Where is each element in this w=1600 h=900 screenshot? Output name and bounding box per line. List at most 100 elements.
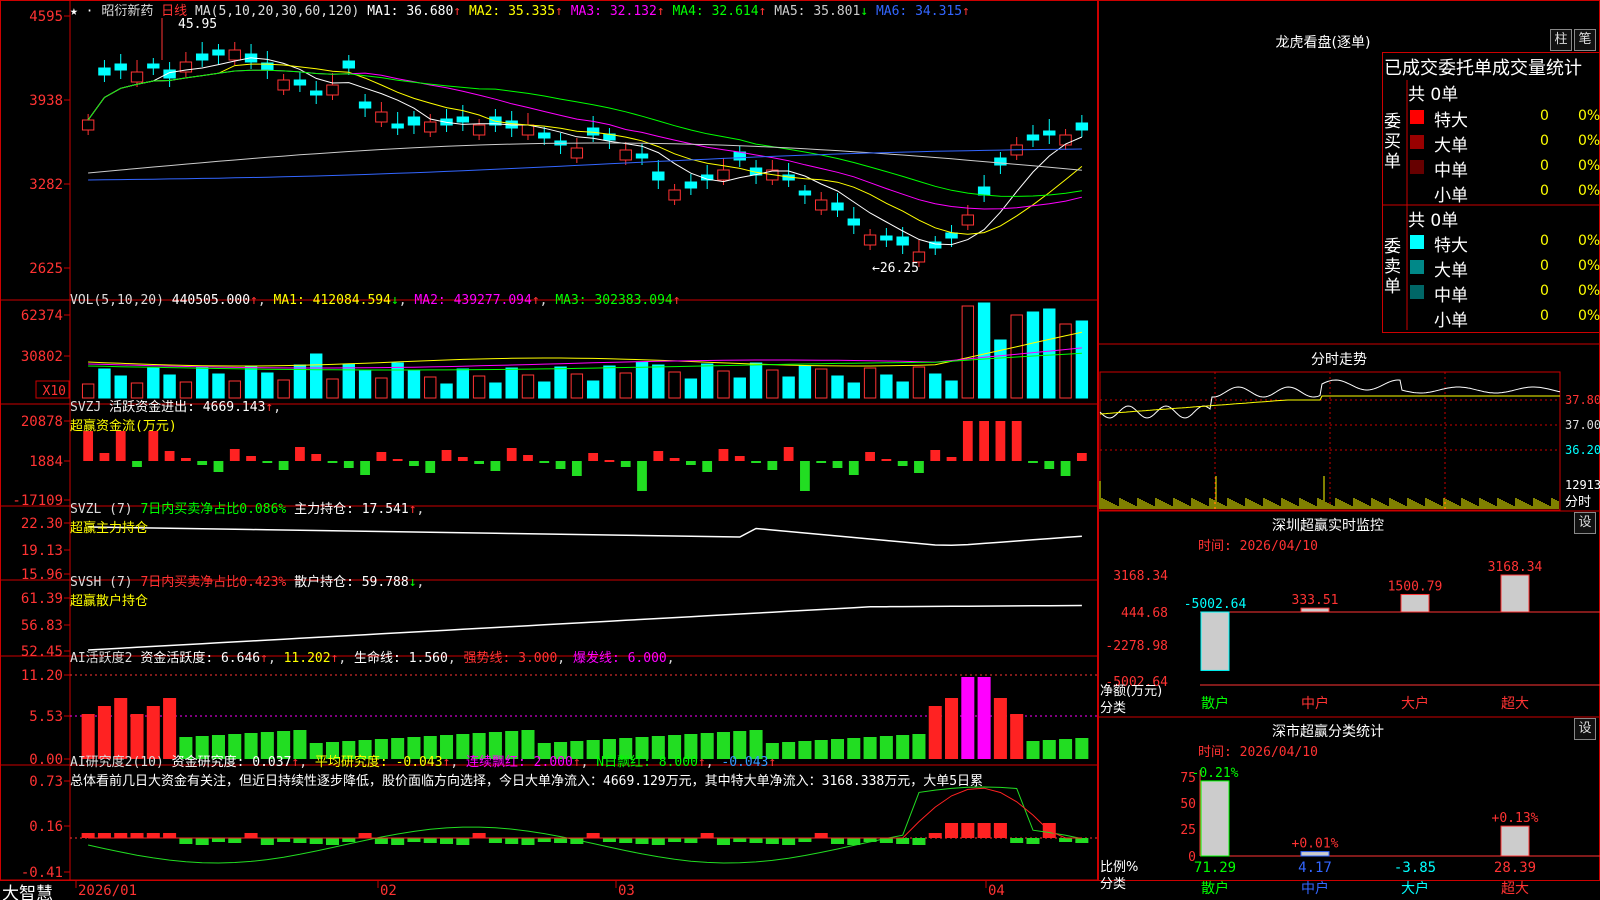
ai-active-header: AI活跃度2 资金活跃度: 6.646↑, 11.202↑, 生命线: 1.56… [70,651,675,666]
buy-row-name-3: 小单 [1434,186,1468,206]
class-bar-3 [1500,825,1530,857]
ai-research-bar [554,838,568,843]
vol-bar [538,381,551,399]
svzj-ylabel-1: 1884 [29,454,63,470]
candle [342,60,355,69]
monitor-xcat: 分类 [1100,701,1127,716]
vol-bar [391,362,404,399]
svzj-bar [506,448,517,461]
right-frame [1098,0,1600,881]
svzj-bar [1044,461,1055,469]
vol-bar [163,374,176,399]
vol-bar [1026,311,1040,399]
vol-bar [440,383,453,399]
column-mode-button[interactable]: 柱 [1550,29,1572,51]
ai-research-bar [488,838,502,843]
intraday-price-2: 36.20 [1565,443,1600,457]
sell-row-count-2: 0 [1540,283,1549,299]
class-settings-button[interactable]: 设 [1574,718,1596,740]
svzj-bar [832,461,843,468]
svzj-bar [751,461,761,463]
svzl-name2: 主力持仓: [294,502,354,517]
pen-mode-button[interactable]: 笔 [1574,29,1596,51]
sell-row-swatch-1 [1410,260,1424,274]
ai-research-bar [684,838,698,843]
ai-research-bar [700,833,714,838]
svzj-sub: 超赢资金流(万元) [70,419,177,434]
ai-research-ylabel-0: 0.73 [29,774,63,790]
candle [98,67,111,76]
monitor-settings-button[interactable]: 设 [1574,512,1596,534]
svzj-bar [99,453,110,461]
svzj-bar [376,452,387,461]
sell-row-pct-1: 0% [1578,258,1600,274]
ai-active-bar [114,698,128,759]
ai-research-v3: 2.000 [533,755,573,770]
candle [195,53,209,61]
vol-bar [977,302,991,399]
vol-ma1: 412084.594 [312,293,391,308]
svzj-bar [181,458,191,461]
stock-name[interactable]: 昭衍新药 [101,4,153,19]
vol-bar [554,366,567,399]
star-icon[interactable]: ★ [70,4,78,19]
vol-bar [717,370,730,399]
ai-research-bar [277,838,291,842]
candle [896,236,909,246]
ai-research-bar [472,833,486,838]
vol-ma-1 [88,331,1083,367]
candle [212,49,225,56]
ma-line-2 [87,63,1083,235]
candle [815,199,828,211]
class-y-1: 50 [1180,797,1196,812]
svsh-sub: 超赢散户持仓 [70,594,149,609]
vol-ma2: 439277.094 [453,293,532,308]
monitor-value-3: 3168.34 [1488,560,1543,575]
sell-row-count-3: 0 [1540,308,1549,324]
ma-value-1: MA1: 36.680 [367,4,454,19]
svzj-bar [148,431,159,461]
sell-row-swatch-0 [1410,235,1424,249]
intraday-title: 分时走势 [1311,352,1367,368]
vol-bar [147,367,160,399]
candle [310,90,323,96]
svzj-bar [539,461,550,463]
sell-row-name-3: 小单 [1434,311,1468,331]
ai-research-bar [993,823,1007,838]
buy-row-swatch-1 [1410,135,1424,149]
vol-bar [586,380,600,399]
candle [619,149,632,161]
monitor-value-0: -5002.64 [1184,597,1247,612]
buy-row-count-3: 0 [1540,183,1549,199]
svzj-ylabel-2: -17109 [12,493,63,509]
monitor-y-0: 3168.34 [1113,569,1168,584]
intraday-unit: 分时 [1565,495,1591,510]
svzj-bar [490,461,501,471]
candle [228,49,241,61]
svzl-ylabel-1: 19.13 [21,543,63,559]
main-ylabel-0: 4595 [29,9,63,25]
svzj-bar [653,451,664,461]
candle [961,214,975,226]
ai-research-bar [293,838,307,843]
sell-row-swatch-3 [1410,310,1424,324]
ai-active-bar [961,677,975,759]
svzl-header: SVZL (7) 7日内买卖净占比0.086% 主力持仓: 17.541↑, 超… [70,502,425,536]
buy-row-count-0: 0 [1540,108,1549,124]
candle [538,132,551,139]
stats-title: 已成交委托单成交量统计 [1384,58,1582,79]
svzj-bar [409,461,419,466]
monitor-value-2: 1500.79 [1388,579,1443,594]
svzj-bar [295,447,305,461]
selection-icon: · [85,4,94,19]
x-axis-label-0: 2026/01 [78,883,137,899]
svzj-bar [718,449,729,461]
period-label[interactable]: 日线 [161,4,187,19]
ai-research-bar [602,838,616,842]
sell-row-swatch-2 [1410,285,1424,299]
vol-ylabel-1: 30802 [21,349,63,365]
candle [831,202,844,211]
ai-research-bar [309,838,323,844]
vol-bar [310,353,323,399]
monitor-value-1: 333.51 [1292,593,1339,608]
